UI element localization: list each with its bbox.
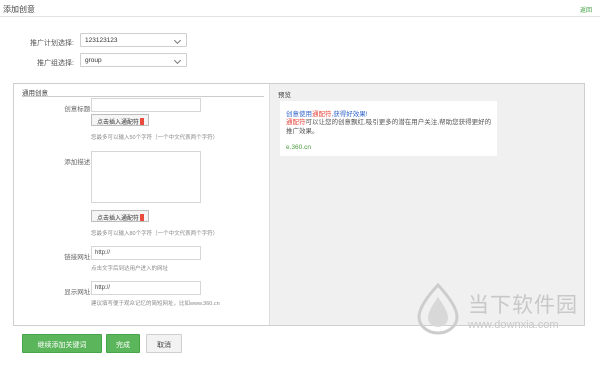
title-input[interactable] [91,98,201,112]
preview-headline: 创意使用通配符,获得好效果! [286,111,368,118]
title-hint: 您最多可以输入50个字符（一个中文代表两个字符） [91,135,219,141]
back-link[interactable]: 返回 [580,5,592,14]
desc-label: 添加描述: [64,159,92,166]
display-url-value: http:// [95,285,111,291]
page-title: 添加创意 [3,5,35,14]
insert-wildcard-button[interactable]: 点击插入通配符 [91,114,150,126]
watermark-title: 当下软件园 [468,293,578,317]
chevron-down-icon [173,56,182,65]
plan-select[interactable]: 123123123 [80,33,187,47]
link-hint: 点击文字后到达用户进入的网址 [91,266,169,272]
wildcard-marker-icon [140,118,145,125]
insert-wildcard-button-desc[interactable]: 点击插入通配符 [91,210,150,222]
title-label: 创意标题: [64,106,92,113]
display-hint: 建议填写便于观众记忆的简短网址，比如www.360.cn [91,301,220,307]
continue-add-keywords-button[interactable]: 继续添加关键词 [22,334,102,353]
creative-editor: 通用创意 创意标题: 点击插入通配符 您最多可以输入50个字符（一个中文代表两个… [14,84,269,325]
group-select-label: 推广组选择: [37,60,74,67]
link-url-value: http:// [95,250,111,256]
link-label: 链接网址: [64,254,92,261]
display-label: 显示网址: [64,289,92,296]
desc-textarea[interactable] [91,151,201,203]
group-select[interactable]: group [80,53,187,67]
chevron-down-icon [173,36,182,45]
preview-description: 通配符可以让您的创意飘红,吸引更多的潜在用户关注,帮助您获得更好的推广效果。 [286,119,492,135]
preview-card: 创意使用通配符,获得好效果! 通配符可以让您的创意飘红,吸引更多的潜在用户关注,… [280,101,497,156]
cancel-button[interactable]: 取消 [146,334,182,353]
wildcard-marker-icon [140,214,145,221]
desc-hint: 您最多可以输入80个字符（一个中文代表两个字符） [91,231,219,237]
insert-wildcard-label: 点击插入通配符 [97,216,140,222]
done-button[interactable]: 完成 [106,334,140,353]
top-bar: 添加创意 返回 [0,0,600,17]
plan-select-label: 推广计划选择: [30,40,74,47]
display-url-input[interactable]: http:// [91,281,201,295]
preview-title: 预览 [278,92,291,99]
preview-url: e.360.cn [286,144,311,151]
insert-wildcard-label: 点击插入通配符 [97,120,140,126]
watermark-url: www.downxia.com [468,319,559,331]
group-select-value: group [85,57,102,64]
section-divider [22,96,264,97]
plan-select-value: 123123123 [85,37,118,44]
watermark-logo-icon [417,283,459,335]
link-url-input[interactable]: http:// [91,246,201,260]
